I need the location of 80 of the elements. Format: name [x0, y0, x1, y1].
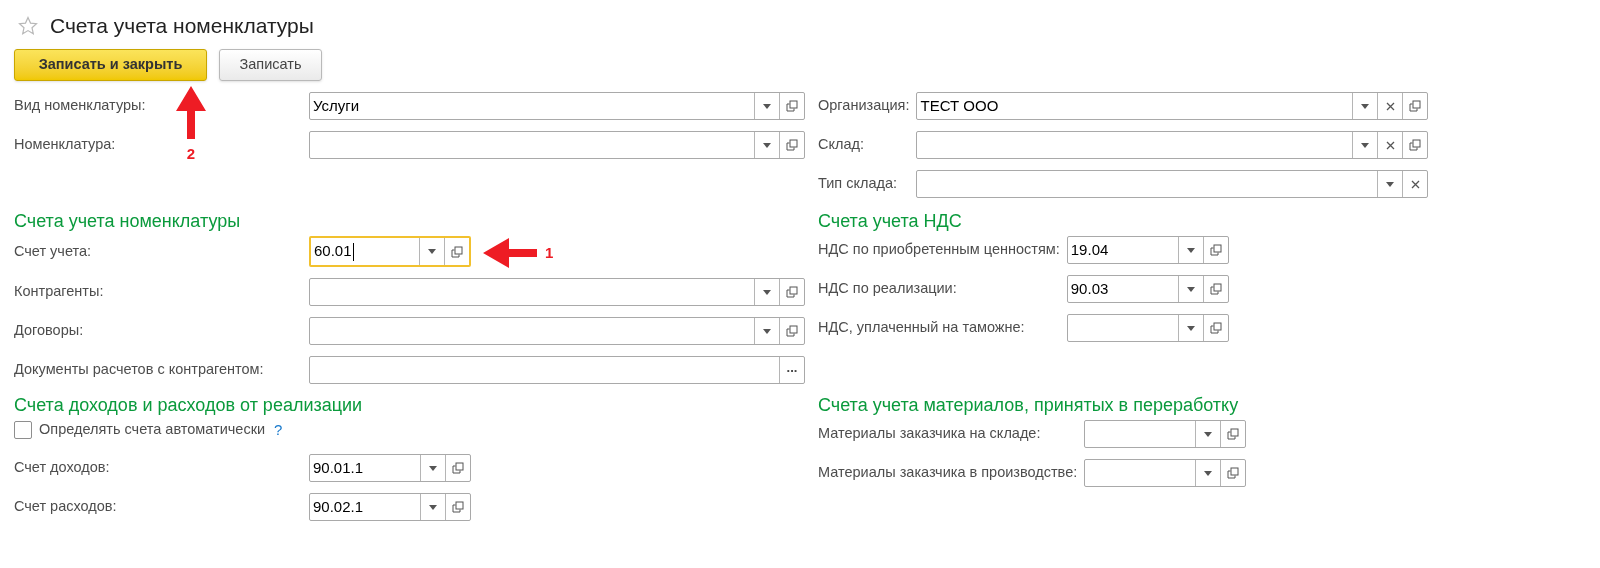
combo-box[interactable]: ...	[309, 356, 805, 384]
dropdown-icon	[1186, 325, 1195, 331]
window-title: Счета учета номенклатуры	[50, 12, 314, 39]
dropdown-icon	[1204, 470, 1213, 476]
save-close-button[interactable]: Записать и закрыть	[14, 49, 207, 81]
copy-icon	[786, 286, 798, 298]
field-label: Материалы заказчика на складе:	[818, 424, 1041, 444]
annotation-number: 1	[545, 242, 554, 263]
copy-icon	[1209, 283, 1222, 295]
field-label: Счет доходов:	[14, 458, 110, 478]
checkbox-label: Определять счета автоматически	[39, 420, 266, 440]
combo-box[interactable]: Услуги	[309, 92, 805, 120]
dropdown-icon	[763, 289, 771, 295]
copy-icon	[1409, 100, 1421, 112]
text-cursor	[352, 242, 354, 261]
field-label: НДС по реализации:	[818, 279, 957, 299]
section-heading: Счета учета материалов, принятых в переработку	[818, 394, 1240, 416]
copy-icon	[786, 100, 798, 112]
field-value: 19.04	[1070, 239, 1109, 260]
save-button[interactable]: Записать	[219, 49, 322, 81]
help-link[interactable]: ?	[274, 418, 283, 442]
field-label: Склад:	[818, 135, 864, 155]
combo-box[interactable]: 90.02.1	[309, 493, 471, 521]
copy-icon	[1227, 428, 1240, 440]
star-icon[interactable]	[18, 15, 38, 36]
field-label: Вид номенклатуры:	[14, 96, 146, 116]
field-label: Номенклатура:	[14, 135, 116, 155]
close-icon	[1410, 179, 1420, 189]
dropdown-icon	[1186, 247, 1195, 253]
copy-icon	[1409, 139, 1421, 151]
combo-box[interactable]: 19.04	[1066, 236, 1229, 264]
dropdown-icon	[429, 465, 437, 471]
dropdown-icon	[428, 249, 436, 254]
copy-icon	[786, 325, 798, 337]
arrow-up-icon	[176, 86, 206, 139]
dropdown-icon	[763, 142, 771, 148]
combo-box[interactable]: ТЕСТ ООО	[916, 92, 1428, 120]
combo-box[interactable]: 90.01.1	[309, 454, 471, 482]
combo-box[interactable]: 90.03	[1066, 275, 1229, 303]
field-label: НДС, уплаченный на таможне:	[818, 318, 1025, 338]
dropdown-icon	[1204, 431, 1213, 437]
field-label: Материалы заказчика в производстве:	[818, 463, 1078, 483]
copy-icon	[452, 501, 464, 513]
field-label: Тип склада:	[818, 174, 898, 194]
close-icon	[1385, 101, 1395, 111]
field-label: НДС по приобретенным ценностям:	[818, 240, 1060, 260]
field-label: Счет расходов:	[14, 497, 117, 517]
field-value: 90.03	[1070, 278, 1109, 299]
field-label: Организация:	[818, 96, 910, 116]
copy-icon	[1209, 322, 1222, 334]
field-label: Счет учета:	[14, 241, 92, 261]
dropdown-icon	[429, 504, 437, 510]
field-label: Договоры:	[14, 321, 84, 341]
dropdown-icon	[763, 328, 771, 334]
section-heading: Счета доходов и расходов от реализации	[14, 394, 364, 416]
dropdown-icon	[1386, 181, 1394, 187]
field-value: ТЕСТ ООО	[920, 95, 999, 116]
copy-icon	[1209, 244, 1222, 256]
annotation-number: 2	[186, 144, 196, 164]
field-value: 90.02.1	[313, 496, 364, 517]
select-button[interactable]: ...	[779, 357, 804, 383]
field-label: Документы расчетов с контрагентом:	[14, 360, 264, 380]
field-label: Контрагенты:	[14, 282, 104, 302]
section-heading: Счета учета НДС	[818, 210, 963, 232]
close-icon	[1385, 140, 1395, 150]
copy-icon	[452, 462, 464, 474]
dropdown-icon	[1361, 103, 1369, 109]
field-value: 90.01.1	[313, 457, 364, 478]
field-value: 60.01	[314, 241, 352, 262]
copy-icon	[1227, 467, 1240, 479]
dropdown-icon	[1186, 286, 1195, 292]
checkbox[interactable]	[14, 421, 32, 439]
field-value: Услуги	[313, 95, 360, 116]
dropdown-icon	[763, 103, 771, 109]
combo-box[interactable]: 60.01	[309, 236, 471, 267]
arrow-left-icon	[483, 238, 537, 268]
dropdown-icon	[1361, 142, 1369, 148]
copy-icon	[786, 139, 798, 151]
section-heading: Счета учета номенклатуры	[14, 210, 242, 232]
copy-icon	[451, 245, 463, 258]
